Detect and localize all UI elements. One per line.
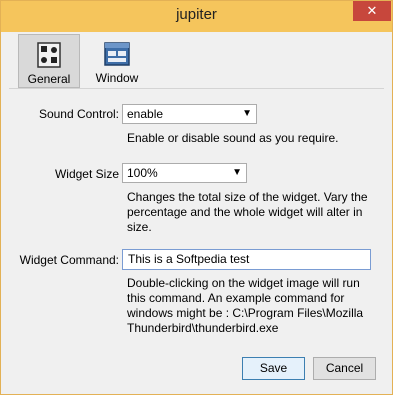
widget-size-value: 100%: [127, 166, 158, 180]
speaker-settings-icon: [37, 42, 61, 68]
widget-command-label: Widget Command:: [19, 253, 119, 267]
sound-control-label: Sound Control:: [38, 107, 119, 121]
widget-command-help: Double-clicking on the widget image will…: [127, 276, 364, 335]
window-icon: [104, 42, 130, 66]
close-icon: ✕: [366, 3, 378, 18]
close-button[interactable]: ✕: [353, 1, 391, 21]
title-bar[interactable]: jupiter ✕: [1, 1, 392, 32]
widget-size-label: Widget Size: [54, 167, 119, 181]
preferences-window: jupiter ✕ General Window Sound Control: …: [0, 0, 393, 395]
save-button[interactable]: Save: [242, 357, 305, 380]
sound-control-value: enable: [127, 107, 164, 121]
widget-command-input[interactable]: This is a Softpedia test: [122, 249, 371, 270]
widget-size-help: Changes the total size of the widget. Va…: [127, 190, 368, 234]
general-panel: Sound Control: enable ▼ Enable or disabl…: [9, 89, 384, 385]
tab-window-label: Window: [95, 71, 139, 85]
sound-control-help: Enable or disable sound as you require.: [127, 131, 339, 145]
window-title: jupiter: [176, 6, 217, 23]
preferences-toolbar: General Window: [9, 32, 384, 88]
tab-window[interactable]: Window: [87, 34, 147, 86]
chevron-down-icon: ▼: [232, 167, 242, 178]
widget-command-value: This is a Softpedia test: [128, 252, 250, 266]
cancel-button[interactable]: Cancel: [313, 357, 376, 380]
tab-general-label: General: [27, 72, 71, 86]
chevron-down-icon: ▼: [242, 108, 252, 119]
sound-control-select[interactable]: enable ▼: [122, 104, 257, 124]
widget-size-select[interactable]: 100% ▼: [122, 163, 247, 183]
tab-general[interactable]: General: [18, 34, 80, 88]
